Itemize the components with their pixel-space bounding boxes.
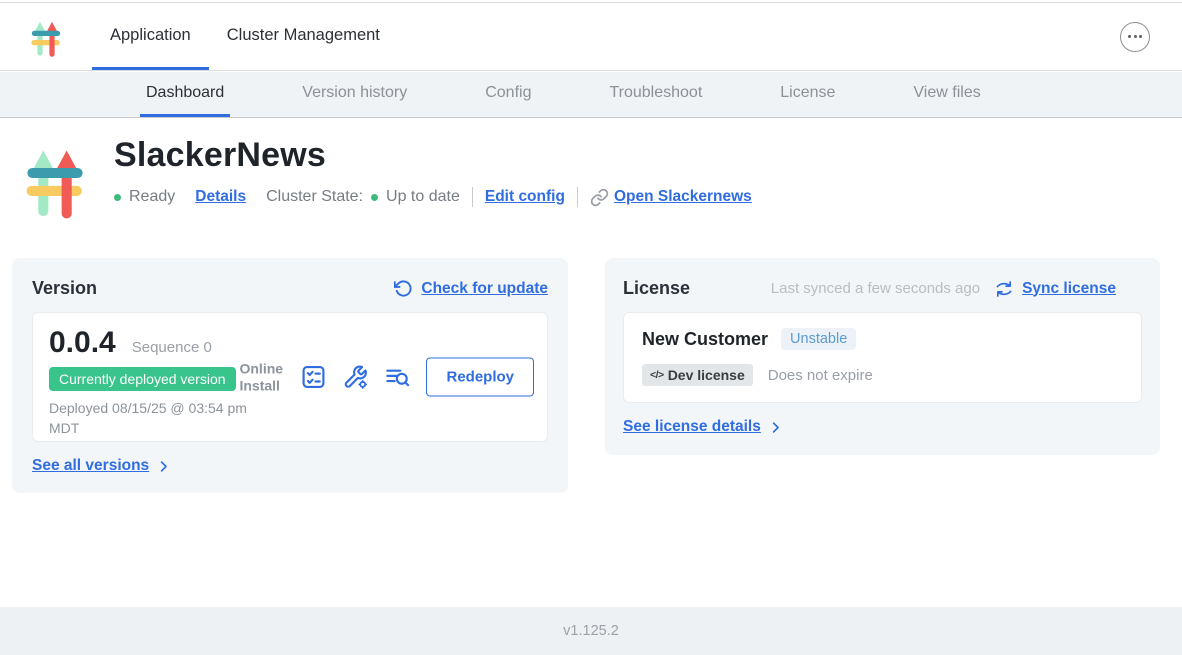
redeploy-button[interactable]: Redeploy [426,358,534,397]
version-card: Version Check for update 0.0.4 Sequence … [12,258,568,493]
sync-arrows-icon [994,280,1014,298]
chevron-right-icon [156,459,171,474]
app-sub-nav: Dashboard Version history Config Trouble… [0,72,1182,118]
tab-cluster-management-label: Cluster Management [227,26,380,45]
license-panel: New Customer Unstable </> Dev license Do… [623,312,1142,403]
dashboard-cards: Version Check for update 0.0.4 Sequence … [12,258,1160,493]
cluster-state-dot [371,194,378,201]
details-link[interactable]: Details [195,188,246,206]
console-version: v1.125.2 [563,623,619,639]
check-for-update-link[interactable]: Check for update [394,279,548,298]
sync-license-link[interactable]: Sync license [994,280,1116,298]
cluster-state-value: Up to date [386,188,460,206]
tab-cluster-management[interactable]: Cluster Management [209,3,398,70]
admin-console-page: Application Cluster Management Dashboard… [0,0,1182,655]
app-status-text: Ready [129,188,175,206]
app-nav-bar: Application Cluster Management [0,3,1182,71]
version-card-title: Version [32,278,97,299]
install-type-label: Online Install [239,360,285,393]
divider [472,187,473,207]
version-number: 0.0.4 [49,326,116,360]
refresh-icon [394,279,413,298]
subnav-item-config[interactable]: Config [479,72,537,117]
license-card-title: License [623,278,690,299]
slackernews-logo-icon [28,15,64,59]
tab-application-label: Application [110,26,191,45]
divider [577,187,578,207]
console-footer: v1.125.2 [0,607,1182,655]
last-synced-text: Last synced a few seconds ago [771,280,980,297]
app-nav-tabs: Application Cluster Management [92,3,398,70]
chevron-right-icon [768,420,783,435]
sequence-label: Sequence 0 [132,339,212,356]
deploy-logs-button[interactable] [384,364,411,391]
see-all-versions-link[interactable]: See all versions [32,457,548,475]
current-version-panel: 0.0.4 Sequence 0 Currently deployed vers… [32,312,548,442]
app-status-dot [114,194,121,201]
subnav-item-dashboard[interactable]: Dashboard [140,72,230,117]
customer-name: New Customer [642,329,768,350]
subnav-item-version-history[interactable]: Version history [296,72,413,117]
wrench-gear-icon [342,364,369,391]
external-link-icon [590,188,609,207]
open-app-link[interactable]: Open Slackernews [614,188,752,206]
code-icon: </> [650,369,664,381]
page-title: SlackerNews [114,136,752,175]
license-type-tag: </> Dev license [642,364,753,386]
logs-search-icon [384,364,411,391]
subnav-item-view-files[interactable]: View files [907,72,986,117]
channel-badge: Unstable [781,328,856,350]
deployed-status-badge: Currently deployed version [49,367,236,391]
edit-config-button[interactable] [342,364,369,391]
slackernews-app-icon [20,136,90,224]
app-status-row: Ready Details Cluster State: Up to date … [114,187,752,207]
ellipsis-icon [1128,35,1131,38]
tab-application[interactable]: Application [92,3,209,70]
subnav-item-troubleshoot[interactable]: Troubleshoot [603,72,708,117]
license-expiry: Does not expire [768,367,873,384]
subnav-item-license[interactable]: License [774,72,841,117]
edit-config-link[interactable]: Edit config [485,188,565,206]
version-actions: Online Install [239,358,534,397]
cluster-state-label: Cluster State: [266,188,363,206]
license-card: License Last synced a few seconds ago Sy… [605,258,1160,455]
see-license-details-link[interactable]: See license details [623,418,1142,436]
preflight-checks-button[interactable] [300,364,327,391]
deployed-timestamp: Deployed 08/15/25 @ 03:54 pm MDT [49,399,249,438]
overflow-menu-button[interactable] [1120,22,1150,52]
app-hero: SlackerNews Ready Details Cluster State:… [20,128,752,224]
checklist-icon [300,364,327,391]
